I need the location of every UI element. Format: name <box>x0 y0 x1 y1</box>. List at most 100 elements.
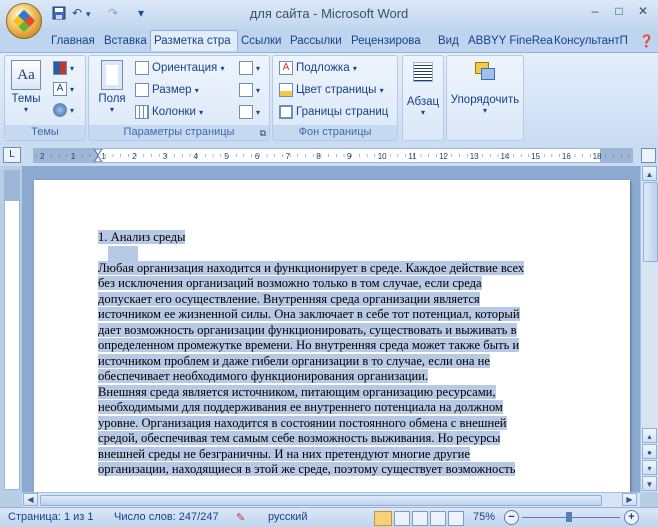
print-layout-icon[interactable] <box>374 511 392 526</box>
document-area: 1. Анализ среды Любая организация находи… <box>22 166 640 492</box>
columns-icon <box>135 105 149 119</box>
ruler-label: 14 <box>501 152 510 161</box>
office-button[interactable] <box>6 3 42 39</box>
ruler-label: 12 <box>439 152 448 161</box>
proofing-icon[interactable]: ✎ <box>236 511 245 524</box>
word-count[interactable]: Число слов: 247/247 <box>114 511 219 523</box>
title-bar: ↶ ▾ ↷ ▾ для сайта - Microsoft Word – □ ✕ <box>0 0 658 39</box>
page-count[interactable]: Страница: 1 из 1 <box>8 511 94 523</box>
hyphenation-icon[interactable]: ▾ <box>239 105 260 119</box>
tab-references[interactable]: Ссылки <box>238 31 288 51</box>
document-line: организации, находящиеся в этой же среде… <box>98 462 516 476</box>
tab-page-layout[interactable]: Разметка стра <box>150 30 238 51</box>
themes-icon: Aa <box>11 60 41 90</box>
orientation-button[interactable]: Ориентация ▾ <box>135 61 225 75</box>
select-browse-object-icon[interactable]: ● <box>642 444 657 459</box>
scroll-down-icon[interactable]: ▼ <box>642 476 657 491</box>
horizontal-scrollbar[interactable]: ◀ ▶ <box>22 492 640 507</box>
horizontal-ruler[interactable]: 2 1 1 2 3 4 5 6 7 8 9 10 11 12 13 14 15 16 18 <box>33 148 633 163</box>
zoom-in-icon[interactable]: + <box>624 510 639 525</box>
tab-view[interactable]: Вид <box>435 31 465 51</box>
next-page-icon[interactable]: ▾ <box>642 460 657 475</box>
tab-consultant[interactable]: КонсультантП <box>551 31 641 51</box>
page-color-button[interactable]: Цвет страницы ▾ <box>279 83 384 97</box>
document-line: источником ее жизненной силы. Она заключ… <box>98 307 520 321</box>
language[interactable]: русский <box>268 511 307 523</box>
page-color-icon <box>279 83 293 97</box>
arrange-group: Упорядочить ▾ <box>446 55 524 141</box>
scroll-right-icon[interactable]: ▶ <box>622 493 637 506</box>
minimize-button[interactable]: – <box>584 4 606 22</box>
paragraph-group: Абзац ▾ <box>402 55 444 141</box>
horizontal-scroll-thumb[interactable] <box>40 495 602 506</box>
margins-button[interactable]: Поля ▾ <box>95 60 129 114</box>
tab-abbyy[interactable]: ABBYY FineRea <box>465 31 553 51</box>
tab-insert[interactable]: Вставка <box>101 31 151 51</box>
document-line: источником проблем и даже гибели организ… <box>98 353 490 368</box>
page-background-group: A Подложка ▾ Цвет страницы ▾ Границы стра… <box>272 55 398 141</box>
paragraph-button[interactable]: Абзац ▾ <box>404 62 442 117</box>
arrange-icon <box>475 62 495 80</box>
close-button[interactable]: ✕ <box>632 4 654 22</box>
document-line: необходимыми для поддерживания ее внутре… <box>98 400 503 414</box>
ribbon: Aa Темы ▾ ▾ A ▾ ▾ Темы Поля ▾ Ориентация … <box>0 52 658 144</box>
document-line: средой, обеспечивая тем самым себе возмо… <box>98 431 501 445</box>
ruler-label: 15 <box>531 152 540 161</box>
help-icon[interactable]: ❓ <box>636 31 657 51</box>
document-text[interactable]: 1. Анализ среды Любая организация находи… <box>98 230 598 478</box>
arrange-button[interactable]: Упорядочить ▾ <box>449 62 521 115</box>
paragraph-icon <box>413 62 433 82</box>
page-setup-group: Поля ▾ Ориентация ▾ Размер ▾ Колонки ▾ ▾… <box>88 55 270 141</box>
previous-page-icon[interactable]: ▴ <box>642 428 657 443</box>
ruler-label: 1 <box>71 152 76 161</box>
ruler-label: 16 <box>562 152 571 161</box>
outline-view-icon[interactable] <box>430 511 446 526</box>
tab-mailings[interactable]: Рассылки <box>287 31 349 51</box>
office-logo-icon <box>12 9 36 33</box>
vertical-ruler[interactable] <box>4 170 20 490</box>
scroll-left-icon[interactable]: ◀ <box>23 493 38 506</box>
breaks-icon[interactable]: ▾ <box>239 61 260 75</box>
themes-button[interactable]: Aa Темы ▾ <box>11 60 41 114</box>
document-line: Внешняя среда является источником, питаю… <box>98 384 496 399</box>
tab-selector[interactable]: L <box>3 147 21 163</box>
document-line: Любая организация находится и функционир… <box>98 260 525 275</box>
ruler-label: 2 <box>40 152 45 161</box>
theme-effects-icon[interactable]: ▾ <box>53 103 74 117</box>
view-ruler-icon[interactable] <box>641 148 656 163</box>
vertical-scrollbar[interactable]: ▲ ▴ ● ▾ ▼ <box>640 166 658 492</box>
watermark-icon: A <box>279 61 293 75</box>
orientation-icon <box>135 61 149 75</box>
zoom-slider-thumb[interactable] <box>566 512 572 522</box>
ruler-row: L 2 1 1 2 3 4 5 6 7 8 9 10 11 12 13 14 15 16 18 <box>0 143 658 166</box>
line-numbers-icon[interactable]: ▾ <box>239 83 260 97</box>
ruler-label: 18 <box>593 152 602 161</box>
maximize-button[interactable]: □ <box>608 4 630 22</box>
ruler-label: 13 <box>470 152 479 161</box>
scroll-up-icon[interactable]: ▲ <box>642 166 657 181</box>
window-title: для сайта - Microsoft Word <box>249 6 409 21</box>
ruler-label: 2 <box>132 152 137 161</box>
tab-home[interactable]: Главная <box>48 31 102 51</box>
draft-view-icon[interactable] <box>448 511 464 526</box>
document-line: внешней среды не безграничны. И на них п… <box>98 446 471 461</box>
ruler-label: 8 <box>316 152 321 161</box>
zoom-level[interactable]: 75% <box>473 511 495 523</box>
watermark-button[interactable]: A Подложка ▾ <box>279 61 357 75</box>
page-setup-dialog-launcher-icon[interactable]: ⧉ <box>260 128 266 139</box>
page[interactable]: 1. Анализ среды Любая организация находи… <box>34 180 630 492</box>
zoom-out-icon[interactable]: − <box>504 510 519 525</box>
tab-review[interactable]: Рецензирова <box>348 31 436 51</box>
ruler-label: 1 <box>101 152 106 161</box>
ruler-label: 11 <box>408 152 417 161</box>
theme-colors-icon[interactable]: ▾ <box>53 61 74 75</box>
size-button[interactable]: Размер ▾ <box>135 83 199 97</box>
vertical-scroll-thumb[interactable] <box>643 182 658 262</box>
full-screen-reading-icon[interactable] <box>394 511 410 526</box>
web-layout-icon[interactable] <box>412 511 428 526</box>
document-line: без исключения организаций возможно толь… <box>98 276 482 290</box>
ruler-label: 9 <box>347 152 352 161</box>
columns-button[interactable]: Колонки ▾ <box>135 105 203 119</box>
page-borders-button[interactable]: Границы страниц <box>279 105 388 119</box>
theme-fonts-icon[interactable]: A ▾ <box>53 82 74 96</box>
